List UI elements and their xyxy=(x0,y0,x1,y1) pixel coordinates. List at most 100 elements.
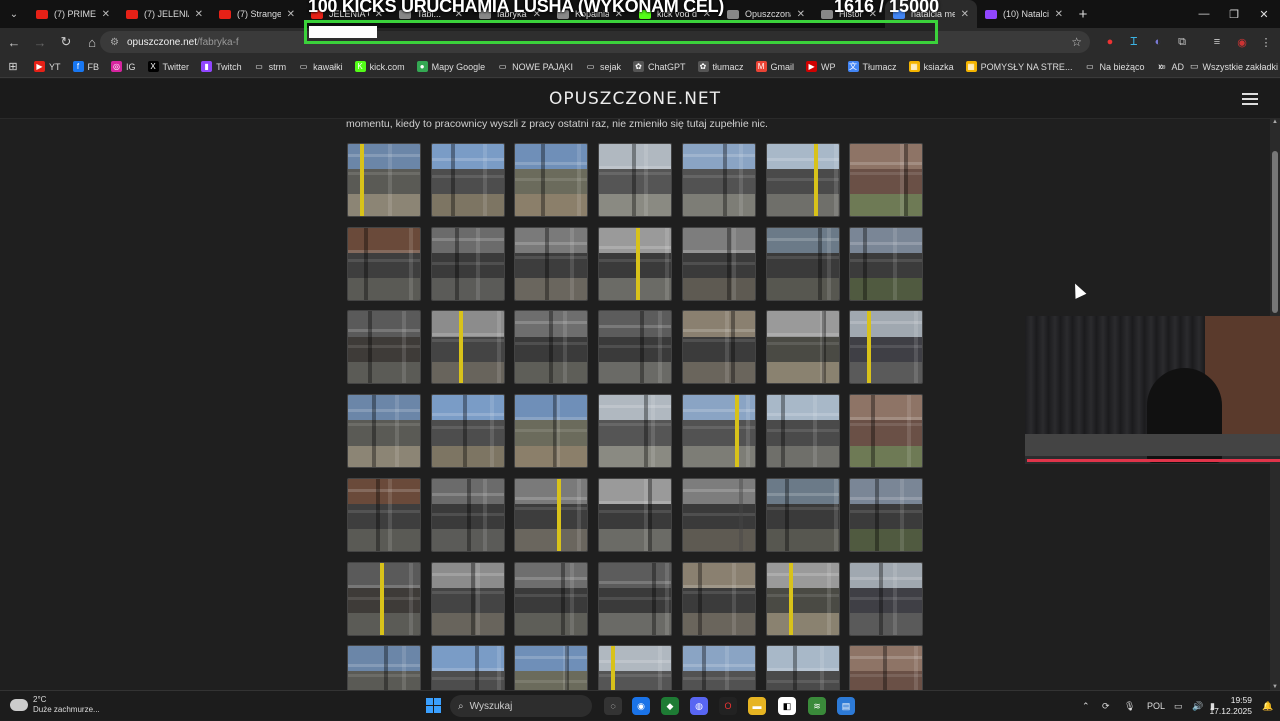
gallery-thumbnail[interactable] xyxy=(765,645,840,690)
taskbar-search[interactable]: ⌕ Wyszukaj xyxy=(450,695,592,717)
gallery-thumbnail[interactable] xyxy=(347,310,421,385)
gallery-thumbnail[interactable] xyxy=(849,143,924,217)
media-controls-icon[interactable]: ≡ xyxy=(1209,34,1225,50)
gallery-thumbnail[interactable] xyxy=(849,645,924,690)
gallery-thumbnail[interactable] xyxy=(514,394,589,469)
bookmark-item[interactable]: X Twitter xyxy=(147,61,189,72)
forward-icon[interactable]: → xyxy=(28,30,52,54)
volume-icon[interactable]: 🔊 xyxy=(1192,691,1203,721)
gallery-thumbnail[interactable] xyxy=(765,226,840,301)
record-extension-icon[interactable]: ● xyxy=(1102,34,1118,50)
gallery-thumbnail[interactable] xyxy=(430,561,505,636)
browser-tab[interactable]: (7) JELENIA G✕ xyxy=(118,0,211,28)
gallery-thumbnail[interactable] xyxy=(765,143,840,217)
notifications-icon[interactable]: 🔔 xyxy=(1262,691,1273,721)
capcut-app-icon[interactable]: ◧ xyxy=(778,697,796,715)
sync-icon[interactable]: ⟳ xyxy=(1102,691,1110,721)
maximize-icon[interactable]: ❐ xyxy=(1218,0,1250,28)
browser-menu-icon[interactable]: ⋮ xyxy=(1258,34,1274,50)
gallery-thumbnail[interactable] xyxy=(514,310,589,385)
gallery-thumbnail[interactable] xyxy=(765,561,840,636)
copilot-app-icon[interactable]: ◌ xyxy=(604,697,622,715)
gallery-thumbnail[interactable] xyxy=(849,310,924,385)
browser-tab[interactable]: (10) Natalcia✕ xyxy=(977,0,1071,28)
gallery-thumbnail[interactable] xyxy=(430,226,505,301)
gallery-thumbnail[interactable] xyxy=(681,394,756,469)
site-logo[interactable]: OPUSZCZONE.NET xyxy=(0,89,1270,109)
bookmark-item[interactable]: ▭ strm xyxy=(254,61,286,72)
gallery-thumbnail[interactable] xyxy=(514,561,589,636)
gallery-thumbnail[interactable] xyxy=(514,143,589,217)
discord-app-icon[interactable]: ◍ xyxy=(690,697,708,715)
gallery-thumbnail[interactable] xyxy=(347,394,421,469)
gallery-thumbnail[interactable] xyxy=(430,477,505,552)
gallery-thumbnail[interactable] xyxy=(849,226,924,301)
gallery-thumbnail[interactable] xyxy=(430,310,505,385)
gallery-thumbnail[interactable] xyxy=(430,645,505,690)
notepad-app-icon[interactable]: ▤ xyxy=(837,697,855,715)
bookmark-item[interactable]: ▮ Twitch xyxy=(201,61,242,72)
gallery-thumbnail[interactable] xyxy=(347,226,421,301)
translate-extension-icon[interactable]: Ꮖ xyxy=(1126,34,1142,50)
bookmark-item[interactable]: ▦ POMYSŁY NA STRE... xyxy=(965,61,1072,72)
bookmark-item[interactable]: ▭ kawałki xyxy=(298,61,343,72)
bookmark-item[interactable]: M Gmail xyxy=(755,61,794,72)
gallery-thumbnail[interactable] xyxy=(849,561,924,636)
bookmark-item[interactable]: 文 Tłumacz xyxy=(847,61,897,72)
scrollbar-thumb[interactable] xyxy=(1272,151,1278,313)
bookmark-item[interactable]: ✿ ChatGPT xyxy=(633,61,686,72)
bookmark-item[interactable]: ✿ tłumacz xyxy=(697,61,744,72)
back-icon[interactable]: ← xyxy=(2,30,26,54)
language-indicator[interactable]: POL xyxy=(1147,691,1165,721)
gallery-thumbnail[interactable] xyxy=(347,645,421,690)
gallery-thumbnail[interactable] xyxy=(514,477,589,552)
apps-grid-icon[interactable]: ⊞ xyxy=(0,60,26,73)
gallery-thumbnail[interactable] xyxy=(681,477,756,552)
gallery-thumbnail[interactable] xyxy=(514,645,589,690)
gallery-thumbnail[interactable] xyxy=(598,143,673,217)
gallery-thumbnail[interactable] xyxy=(681,645,756,690)
tab-close-icon[interactable]: ✕ xyxy=(281,9,295,20)
bookmark-item[interactable]: f FB xyxy=(72,61,99,72)
bookmark-item[interactable]: ▭ sejak xyxy=(585,61,621,72)
extension-icon[interactable]: ◐ xyxy=(1150,34,1166,50)
vpn-app-icon[interactable]: ◆ xyxy=(661,697,679,715)
gallery-thumbnail[interactable] xyxy=(430,394,505,469)
more-bookmarks-icon[interactable]: » xyxy=(1158,61,1164,73)
all-bookmarks-folder[interactable]: ▭ Wszystkie zakładki xyxy=(1190,61,1278,72)
reload-icon[interactable]: ↻ xyxy=(54,30,78,54)
gallery-thumbnail[interactable] xyxy=(765,310,840,385)
weather-widget[interactable]: 2°C Duże zachmurze... xyxy=(10,695,100,715)
close-window-icon[interactable]: ✕ xyxy=(1248,0,1280,28)
gallery-thumbnail[interactable] xyxy=(598,310,673,385)
bookmark-item[interactable]: ▦ ksiazka xyxy=(908,61,954,72)
tab-close-icon[interactable]: ✕ xyxy=(189,9,203,20)
gallery-thumbnail[interactable] xyxy=(598,561,673,636)
bookmark-star-icon[interactable]: ☆ xyxy=(1071,35,1082,49)
app-stack-icon[interactable]: ≋ xyxy=(808,697,826,715)
microphone-icon[interactable]: 🎙 xyxy=(1124,691,1135,721)
file-explorer-icon[interactable]: ▬ xyxy=(748,697,766,715)
gallery-thumbnail[interactable] xyxy=(514,226,589,301)
gallery-thumbnail[interactable] xyxy=(347,477,421,552)
gallery-thumbnail[interactable] xyxy=(849,477,924,552)
bookmark-item[interactable]: ▶ WP xyxy=(806,61,836,72)
gallery-thumbnail[interactable] xyxy=(347,561,421,636)
new-tab-button[interactable]: + xyxy=(1071,6,1095,23)
gallery-thumbnail[interactable] xyxy=(681,561,756,636)
site-info-icon[interactable]: ⚙ xyxy=(110,37,119,48)
extensions-puzzle-icon[interactable]: ⧉ xyxy=(1174,34,1190,50)
start-windows-icon[interactable] xyxy=(426,698,441,713)
browser-tab[interactable]: (7) PRIME 15✕ xyxy=(28,0,118,28)
minimize-icon[interactable]: — xyxy=(1188,0,1220,28)
gallery-thumbnail[interactable] xyxy=(765,477,840,552)
gallery-thumbnail[interactable] xyxy=(681,143,756,217)
system-clock[interactable]: 19:59 17.12.2025 xyxy=(1209,695,1252,717)
tab-close-icon[interactable]: ✕ xyxy=(96,9,110,20)
bookmark-item[interactable]: ▭ NOWE PAJĄKI xyxy=(497,61,573,72)
tab-close-icon[interactable]: ✕ xyxy=(1049,9,1063,20)
scroll-up-icon[interactable]: ▲ xyxy=(1270,119,1280,125)
gallery-thumbnail[interactable] xyxy=(681,226,756,301)
bookmark-item[interactable]: ◎ IG xyxy=(111,61,136,72)
gallery-thumbnail[interactable] xyxy=(347,143,421,217)
